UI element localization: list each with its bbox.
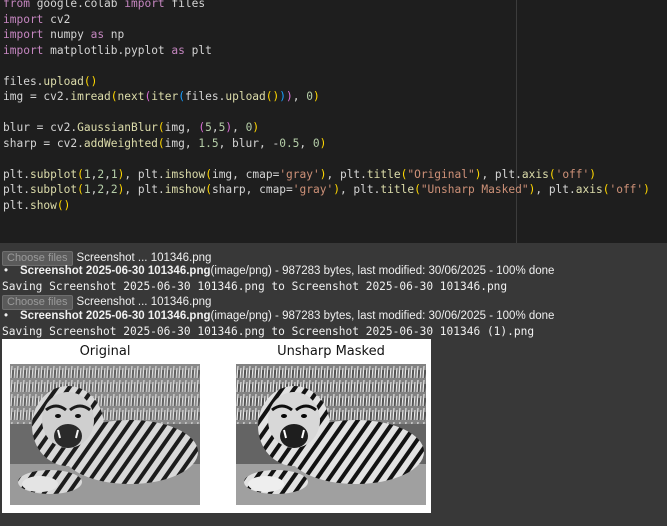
uploaded-file-name: Screenshot 2025-06-30 101346.png (20, 310, 211, 322)
bullet-icon: • (4, 265, 9, 277)
selected-file-label: Screenshot ... 101346.png (76, 252, 212, 264)
selected-file-label: Screenshot ... 101346.png (76, 296, 212, 308)
upload-status-item: • Screenshot 2025-06-30 101346.png(image/… (4, 265, 554, 279)
code-line: plt.subplot(1,2,2), plt.imshow(sharp, cm… (3, 183, 650, 196)
code-line: blur = cv2.GaussianBlur(img, (5,5), 0) (3, 121, 260, 134)
code-line: import matplotlib.pyplot as plt (3, 43, 212, 57)
bullet-icon: • (4, 310, 9, 322)
subplot-unsharp-masked: Unsharp Masked (236, 339, 426, 513)
code-line: img = cv2.imread(next(iter(files.upload(… (3, 90, 320, 103)
subplot-title: Original (79, 344, 131, 359)
code-line: plt.show() (3, 198, 71, 212)
code-line: sharp = cv2.addWeighted(img, 1.5, blur, … (3, 136, 327, 150)
code-editor[interactable]: from google.colab import files import cv… (3, 0, 650, 213)
uploaded-file-details: (image/png) - 987283 bytes, last modifie… (210, 310, 555, 322)
upload-widget: Choose files Screenshot ... 101346.png (2, 250, 212, 266)
code-line: files.upload() (3, 74, 98, 88)
uploaded-file-details: (image/png) - 987283 bytes, last modifie… (210, 265, 555, 277)
saving-message: Saving Screenshot 2025-06-30 101346.png … (2, 280, 508, 293)
code-cell[interactable]: from google.colab import files import cv… (0, 0, 667, 243)
choose-files-button[interactable]: Choose files (2, 250, 73, 266)
code-line: import cv2 (3, 12, 71, 26)
code-line: plt.subplot(1,2,1), plt.imshow(img, cmap… (3, 167, 597, 181)
matplotlib-figure: Original Unsharp Masked (2, 339, 431, 513)
code-line: import numpy as np (3, 28, 125, 41)
subplot-title: Unsharp Masked (277, 344, 385, 359)
subplot-original: Original (10, 339, 200, 513)
tiger-grayscale-image (10, 364, 200, 505)
tiger-sharpened-image (236, 364, 426, 505)
saving-message: Saving Screenshot 2025-06-30 101346.png … (2, 325, 535, 338)
uploaded-file-name: Screenshot 2025-06-30 101346.png (20, 265, 211, 277)
code-line: from google.colab import files (3, 0, 206, 10)
upload-status-item: • Screenshot 2025-06-30 101346.png(image/… (4, 310, 554, 324)
choose-files-button[interactable]: Choose files (2, 294, 73, 310)
upload-widget: Choose files Screenshot ... 101346.png (2, 294, 212, 310)
